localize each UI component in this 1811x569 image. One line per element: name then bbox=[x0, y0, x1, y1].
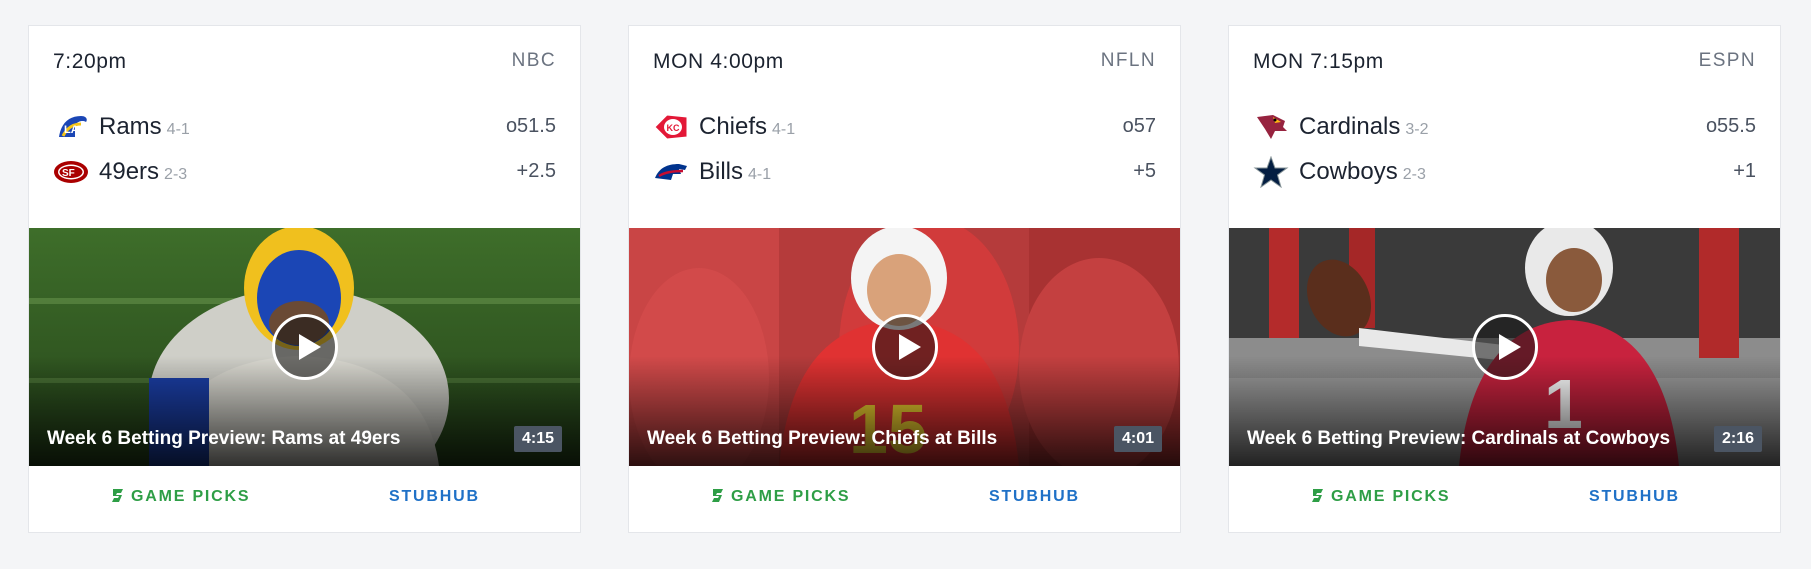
game-picks-link[interactable]: GAME PICKS bbox=[1311, 488, 1450, 506]
betting-odds[interactable]: o55.5 bbox=[1706, 115, 1756, 138]
play-icon[interactable] bbox=[871, 314, 938, 380]
video-duration: 4:01 bbox=[1113, 426, 1162, 452]
team-row[interactable]: KC Chiefs 4-1 o57 bbox=[653, 110, 1156, 144]
card-footer: GAME PICKS STUBHUB bbox=[29, 466, 580, 534]
tv-network: NBC bbox=[511, 50, 556, 71]
team-record: 2-3 bbox=[1402, 166, 1426, 183]
sportsline-icon bbox=[711, 488, 724, 503]
game-header: 7:20pm NBC bbox=[53, 50, 556, 74]
svg-text:KC: KC bbox=[667, 123, 680, 133]
svg-text:LA: LA bbox=[64, 124, 79, 136]
team-name: 49ers 2-3 bbox=[99, 158, 188, 185]
team-row[interactable]: LA Rams 4-1 o51.5 bbox=[53, 110, 556, 144]
video-title[interactable]: Week 6 Betting Preview: Cardinals at Cow… bbox=[1247, 428, 1670, 450]
video-duration: 4:15 bbox=[513, 426, 562, 452]
stubhub-link[interactable]: STUBHUB bbox=[1589, 488, 1680, 506]
tv-network: ESPN bbox=[1698, 50, 1756, 71]
team-name: Rams 4-1 bbox=[99, 113, 190, 140]
stubhub-link[interactable]: STUBHUB bbox=[389, 488, 480, 506]
49ers-logo-icon: SF bbox=[53, 156, 89, 188]
bills-logo-icon bbox=[653, 156, 689, 188]
cowboys-logo-icon bbox=[1253, 156, 1289, 188]
card-footer: GAME PICKS STUBHUB bbox=[629, 466, 1180, 534]
team-name: Cowboys 2-3 bbox=[1299, 158, 1426, 185]
team-row[interactable]: Cowboys 2-3 +1 bbox=[1253, 155, 1756, 189]
game-picks-link[interactable]: GAME PICKS bbox=[711, 488, 850, 506]
video-title[interactable]: Week 6 Betting Preview: Chiefs at Bills bbox=[647, 428, 997, 450]
video-preview[interactable]: 1 Week 6 Betting Preview: Cardinals at C… bbox=[1229, 228, 1780, 466]
game-card[interactable]: 7:20pm NBC LA Rams 4-1 o51.5 SF 49ers 2-3 … bbox=[28, 25, 581, 533]
team-record: 4-1 bbox=[166, 121, 190, 138]
video-preview[interactable]: 15 Week 6 Betting Preview: Chiefs at Bil… bbox=[629, 228, 1180, 466]
betting-odds[interactable]: +5 bbox=[1133, 160, 1156, 183]
game-cards-row: 7:20pm NBC LA Rams 4-1 o51.5 SF 49ers 2-3 … bbox=[0, 0, 1811, 569]
game-time: 7:20pm bbox=[53, 50, 127, 73]
team-name: Chiefs 4-1 bbox=[699, 113, 796, 140]
game-picks-link[interactable]: GAME PICKS bbox=[111, 488, 250, 506]
play-icon[interactable] bbox=[1471, 314, 1538, 380]
game-card[interactable]: MON 4:00pm NFLN KC Chiefs 4-1 o57 Bills 4-… bbox=[628, 25, 1181, 533]
cardinals-logo-icon bbox=[1253, 111, 1289, 143]
sportsline-icon bbox=[1311, 488, 1324, 503]
video-duration: 2:16 bbox=[1713, 426, 1762, 452]
betting-odds[interactable]: o51.5 bbox=[506, 115, 556, 138]
team-name: Bills 4-1 bbox=[699, 158, 772, 185]
team-record: 4-1 bbox=[748, 166, 772, 183]
team-record: 2-3 bbox=[164, 166, 188, 183]
svg-text:SF: SF bbox=[62, 168, 75, 179]
game-header: MON 4:00pm NFLN bbox=[653, 50, 1156, 74]
betting-odds[interactable]: +2.5 bbox=[517, 160, 556, 183]
sportsline-icon bbox=[111, 488, 124, 503]
game-time: MON 4:00pm bbox=[653, 50, 784, 73]
video-preview[interactable]: Week 6 Betting Preview: Rams at 49ers 4:… bbox=[29, 228, 580, 466]
tv-network: NFLN bbox=[1100, 50, 1156, 71]
video-title[interactable]: Week 6 Betting Preview: Rams at 49ers bbox=[47, 428, 400, 450]
chiefs-logo-icon: KC bbox=[653, 111, 689, 143]
rams-logo-icon: LA bbox=[53, 111, 89, 143]
betting-odds[interactable]: +1 bbox=[1733, 160, 1756, 183]
betting-odds[interactable]: o57 bbox=[1123, 115, 1156, 138]
team-row[interactable]: SF 49ers 2-3 +2.5 bbox=[53, 155, 556, 189]
game-time: MON 7:15pm bbox=[1253, 50, 1384, 73]
game-header: MON 7:15pm ESPN bbox=[1253, 50, 1756, 74]
play-icon[interactable] bbox=[271, 314, 338, 380]
card-footer: GAME PICKS STUBHUB bbox=[1229, 466, 1780, 534]
team-row[interactable]: Cardinals 3-2 o55.5 bbox=[1253, 110, 1756, 144]
team-record: 3-2 bbox=[1405, 121, 1429, 138]
team-name: Cardinals 3-2 bbox=[1299, 113, 1429, 140]
game-card[interactable]: MON 7:15pm ESPN Cardinals 3-2 o55.5 Cowbo… bbox=[1228, 25, 1781, 533]
team-row[interactable]: Bills 4-1 +5 bbox=[653, 155, 1156, 189]
team-record: 4-1 bbox=[772, 121, 796, 138]
stubhub-link[interactable]: STUBHUB bbox=[989, 488, 1080, 506]
